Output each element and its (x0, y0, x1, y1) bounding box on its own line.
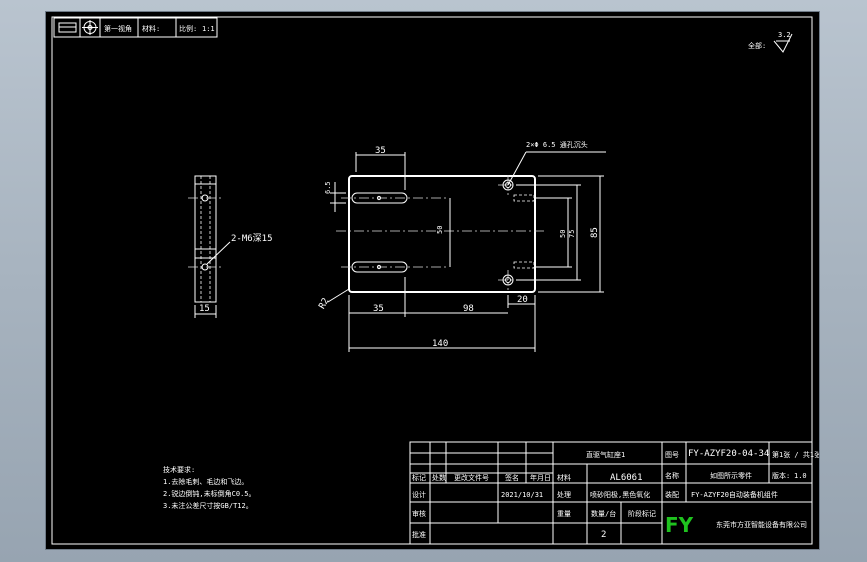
dimension-lines: 35 6.5 2×Φ 6.5 通孔沉头 50 50 75 85 20 35 98… (317, 140, 606, 352)
tb-company: 东莞市方亚智能设备有限公司 (716, 520, 807, 529)
tb-review-label: 审核 (412, 509, 426, 518)
tb-weight-label: 重量 (557, 510, 571, 518)
tb-header-date: 年月日 (530, 473, 551, 482)
drawing-canvas: 第一视角 材料: 比例: 1:1 全部: 3.2 15 2-M6深15 35 6… (51, 16, 819, 545)
tb-stage-label: 阶段标记 (628, 509, 656, 518)
tb-drawing-no: FY-AZYF20-04-34 (688, 449, 769, 459)
tb-design-label: 设计 (412, 490, 426, 499)
material-label: 材料: (142, 24, 160, 33)
technical-notes: 技术要求: 1.去除毛刺、毛边和飞边。 2.锐边倒钝,未标倒角C0.5。 3.未… (163, 465, 256, 510)
tb-product-name: 直驱气缸座1 (586, 450, 625, 459)
scale-value: 1:1 (202, 25, 215, 33)
tb-version-label: 版本: (772, 471, 790, 480)
dim-top-width: 35 (375, 146, 386, 156)
tech-note-1: 1.去除毛刺、毛边和飞边。 (163, 477, 248, 486)
rectangle-projection-icon (58, 22, 77, 33)
tb-drawing-no-label: 图号 (665, 451, 679, 459)
dim-side-thickness: 15 (199, 304, 210, 314)
dim-bottom-98: 98 (463, 304, 474, 314)
tb-header-change: 更改文件号 (454, 473, 489, 482)
tb-assembly-value: FY-AZYF20自动装备机组件 (691, 490, 778, 499)
tb-part-name: 如图所示零件 (710, 471, 752, 480)
hole-note: 2×Φ 6.5 通孔沉头 (526, 140, 588, 149)
tb-material-label: 材料 (557, 473, 571, 482)
tb-assembly-label: 装配 (665, 490, 679, 499)
tb-sheet-label: 第1张 / 共1张 (772, 450, 819, 459)
dim-center-right: 50 (559, 230, 567, 238)
tb-material-value: AL6061 (610, 473, 643, 483)
first-angle-projection-icon (82, 20, 98, 35)
tech-notes-title: 技术要求: (163, 465, 195, 474)
drawing-frame (51, 16, 813, 545)
scale-label: 比例: (179, 24, 197, 33)
corner-box: 第一视角 材料: 比例: 1:1 (53, 17, 218, 38)
tb-qty-label: 数量/台 (591, 509, 616, 518)
surface-finish-symbol: 全部: 3.2 (748, 31, 793, 53)
dim-bottom-35: 35 (373, 304, 384, 314)
tb-header-sign: 签名 (505, 473, 519, 482)
projection-label: 第一视角 (104, 24, 132, 33)
dim-radius: R2 (317, 297, 331, 311)
tech-note-3: 3.未注公差尺寸按GB/T12。 (163, 501, 253, 510)
tb-approve-label: 批准 (412, 530, 426, 539)
svg-text:3.2: 3.2 (778, 31, 791, 39)
tech-note-2: 2.锐边倒钝,未标倒角C0.5。 (163, 489, 256, 498)
thread-note: 2-M6深15 (231, 233, 273, 244)
dim-bottom-20: 20 (517, 295, 528, 305)
side-view: 15 2-M6深15 (188, 175, 273, 318)
drawing-viewport[interactable]: 第一视角 材料: 比例: 1:1 全部: 3.2 15 2-M6深15 35 6… (45, 11, 820, 550)
title-block: 标记 处数 更改文件号 签名 年月日 设计 2021/10/31 审核 批准 直… (409, 441, 819, 545)
company-logo: FY (665, 513, 694, 537)
thread-hole-top (513, 194, 535, 202)
dim-height-75: 75 (568, 230, 576, 238)
tb-design-date: 2021/10/31 (501, 491, 543, 499)
dim-center-left: 50 (436, 226, 444, 234)
tb-version-value: 1.0 (794, 472, 807, 480)
tb-qty-value: 2 (601, 530, 606, 540)
dim-overall-140: 140 (432, 339, 448, 349)
svg-text:全部:: 全部: (748, 41, 766, 50)
dim-slot-height: 6.5 (324, 181, 332, 194)
tb-header-mark: 标记 (412, 473, 426, 482)
thread-hole-bottom (513, 261, 535, 269)
tb-treatment-value: 喷砂阳极,黑色氧化 (590, 490, 650, 499)
dim-height-85: 85 (590, 227, 600, 238)
tb-part-name-label: 名称 (665, 471, 679, 480)
tb-treatment-label: 处理 (557, 490, 571, 499)
tb-header-count: 处数 (432, 473, 446, 482)
